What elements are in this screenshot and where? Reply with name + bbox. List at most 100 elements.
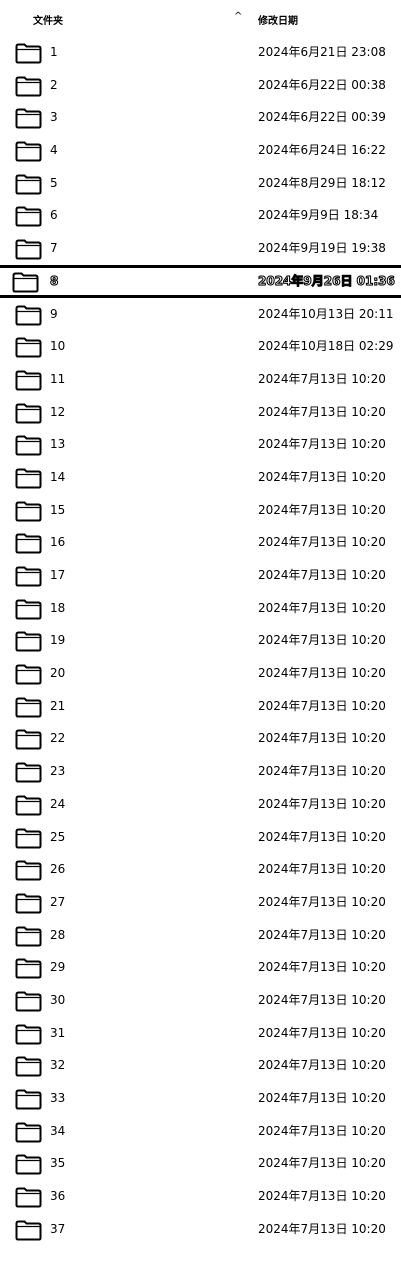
- table-row[interactable]: 17 2024年7月13日 10:20: [0, 559, 401, 592]
- table-row[interactable]: 20 2024年7月13日 10:20: [0, 657, 401, 690]
- folder-icon: [15, 337, 42, 358]
- table-row[interactable]: 5 2024年8月29日 18:12: [0, 167, 401, 200]
- column-header-name[interactable]: 文件夹: [33, 12, 63, 27]
- date-modified: 2024年8月29日 18:12: [258, 175, 386, 190]
- folder-icon: [15, 403, 42, 424]
- folder-name: 8: [49, 273, 59, 288]
- folder-name: 16: [50, 535, 66, 550]
- sort-ascending-icon[interactable]: ^: [234, 11, 242, 22]
- folder-icon: [15, 566, 42, 587]
- table-row[interactable]: 26 2024年7月13日 10:20: [0, 853, 401, 886]
- table-row[interactable]: 21 2024年7月13日 10:20: [0, 690, 401, 723]
- table-row[interactable]: 23 2024年7月13日 10:20: [0, 755, 401, 788]
- table-row[interactable]: 31 2024年7月13日 10:20: [0, 1017, 401, 1050]
- date-modified: 2024年7月13日 10:20: [258, 731, 386, 746]
- table-row[interactable]: 18 2024年7月13日 10:20: [0, 592, 401, 625]
- table-row[interactable]: 35 2024年7月13日 10:20: [0, 1147, 401, 1180]
- date-modified: 2024年7月13日 10:20: [258, 1025, 386, 1040]
- table-row[interactable]: 37 2024年7月13日 10:20: [0, 1213, 401, 1246]
- table-row[interactable]: 13 2024年7月13日 10:20: [0, 428, 401, 461]
- table-row[interactable]: 24 2024年7月13日 10:20: [0, 788, 401, 821]
- folder-name: 21: [50, 698, 66, 713]
- table-row[interactable]: 11 2024年7月13日 10:20: [0, 363, 401, 396]
- folder-name: 35: [50, 1156, 66, 1171]
- folder-icon: [15, 533, 42, 554]
- date-modified: 2024年7月13日 10:20: [258, 666, 386, 681]
- folder-icon: [15, 762, 42, 783]
- date-modified: 2024年7月13日 10:20: [258, 1058, 386, 1073]
- table-row[interactable]: 3 2024年6月22日 00:39: [0, 101, 401, 134]
- table-row[interactable]: 32 2024年7月13日 10:20: [0, 1049, 401, 1082]
- table-row[interactable]: 9 2024年10月13日 20:11: [0, 298, 401, 331]
- date-modified: 2024年7月13日 10:20: [258, 698, 386, 713]
- folder-name: 29: [50, 960, 66, 975]
- folder-icon: [15, 1024, 42, 1045]
- table-row[interactable]: 14 2024年7月13日 10:20: [0, 461, 401, 494]
- date-modified: 2024年7月13日 10:20: [258, 502, 386, 517]
- folder-icon: [15, 729, 42, 750]
- column-header-date-modified[interactable]: 修改日期: [258, 12, 298, 27]
- folder-name: 31: [50, 1025, 66, 1040]
- table-row[interactable]: 29 2024年7月13日 10:20: [0, 951, 401, 984]
- folder-name: 5: [50, 175, 58, 190]
- table-row[interactable]: 34 2024年7月13日 10:20: [0, 1115, 401, 1148]
- date-modified: 2024年7月13日 10:20: [258, 469, 386, 484]
- folder-icon: [15, 108, 42, 129]
- folder-name: 15: [50, 502, 66, 517]
- folder-name: 30: [50, 992, 66, 1007]
- date-modified: 2024年7月13日 10:20: [258, 894, 386, 909]
- folder-icon: [15, 860, 42, 881]
- table-row[interactable]: 22 2024年7月13日 10:20: [0, 722, 401, 755]
- date-modified: 2024年7月13日 10:20: [258, 1123, 386, 1138]
- table-row[interactable]: 6 2024年9月9日 18:34: [0, 199, 401, 232]
- date-modified: 2024年9月19日 19:38: [258, 241, 386, 256]
- folder-icon: [15, 893, 42, 914]
- folder-icon: [15, 1220, 42, 1241]
- table-row[interactable]: 2 2024年6月22日 00:38: [0, 69, 401, 102]
- folder-icon: [15, 599, 42, 620]
- date-modified: 2024年7月13日 10:20: [258, 371, 386, 386]
- table-row[interactable]: 33 2024年7月13日 10:20: [0, 1082, 401, 1115]
- folder-name: 2: [50, 77, 58, 92]
- folder-icon: [15, 1187, 42, 1208]
- folder-name: 6: [50, 208, 58, 223]
- folder-name: 37: [50, 1221, 66, 1236]
- folder-name: 25: [50, 829, 66, 844]
- folder-icon: [15, 174, 42, 195]
- table-row[interactable]: 10 2024年10月18日 02:29: [0, 330, 401, 363]
- folder-list: 1 2024年6月21日 23:08 2 2024年6月22日 00:38 3 2024年…: [0, 36, 401, 1245]
- table-row[interactable]: 28 2024年7月13日 10:20: [0, 919, 401, 952]
- table-row-selected[interactable]: 8 2024年9月26日 01:36: [0, 264, 401, 298]
- folder-icon: [15, 305, 42, 326]
- date-modified: 2024年7月13日 10:20: [258, 437, 386, 452]
- folder-name: 20: [50, 666, 66, 681]
- table-row[interactable]: 19 2024年7月13日 10:20: [0, 624, 401, 657]
- folder-name: 34: [50, 1123, 66, 1138]
- folder-icon: [15, 468, 42, 489]
- table-row[interactable]: 1 2024年6月21日 23:08: [0, 36, 401, 69]
- date-modified: 2024年10月13日 20:11: [258, 306, 394, 321]
- date-modified: 2024年7月13日 10:20: [258, 992, 386, 1007]
- table-row[interactable]: 15 2024年7月13日 10:20: [0, 494, 401, 527]
- date-modified: 2024年7月13日 10:20: [258, 568, 386, 582]
- table-row[interactable]: 25 2024年7月13日 10:20: [0, 821, 401, 854]
- table-row[interactable]: 16 2024年7月13日 10:20: [0, 526, 401, 559]
- folder-name: 33: [50, 1091, 66, 1105]
- table-row[interactable]: 36 2024年7月13日 10:20: [0, 1180, 401, 1213]
- date-modified: 2024年7月13日 10:20: [258, 1091, 386, 1105]
- table-row[interactable]: 7 2024年9月19日 19:38: [0, 232, 401, 265]
- date-modified: 2024年7月13日 10:20: [258, 1156, 386, 1171]
- date-modified: 2024年9月26日 01:36: [258, 273, 396, 288]
- table-row[interactable]: 12 2024年7月13日 10:20: [0, 396, 401, 429]
- table-row[interactable]: 30 2024年7月13日 10:20: [0, 984, 401, 1017]
- folder-name: 28: [50, 927, 66, 942]
- table-row[interactable]: 27 2024年7月13日 10:20: [0, 886, 401, 919]
- folder-icon: [15, 1154, 42, 1175]
- folder-icon: [15, 239, 42, 260]
- date-modified: 2024年6月22日 00:38: [258, 77, 386, 92]
- folder-icon: [15, 958, 42, 979]
- table-row[interactable]: 4 2024年6月24日 16:22: [0, 134, 401, 167]
- folder-name: 4: [50, 143, 58, 158]
- folder-name: 14: [50, 469, 66, 484]
- date-modified: 2024年7月13日 10:20: [258, 960, 386, 975]
